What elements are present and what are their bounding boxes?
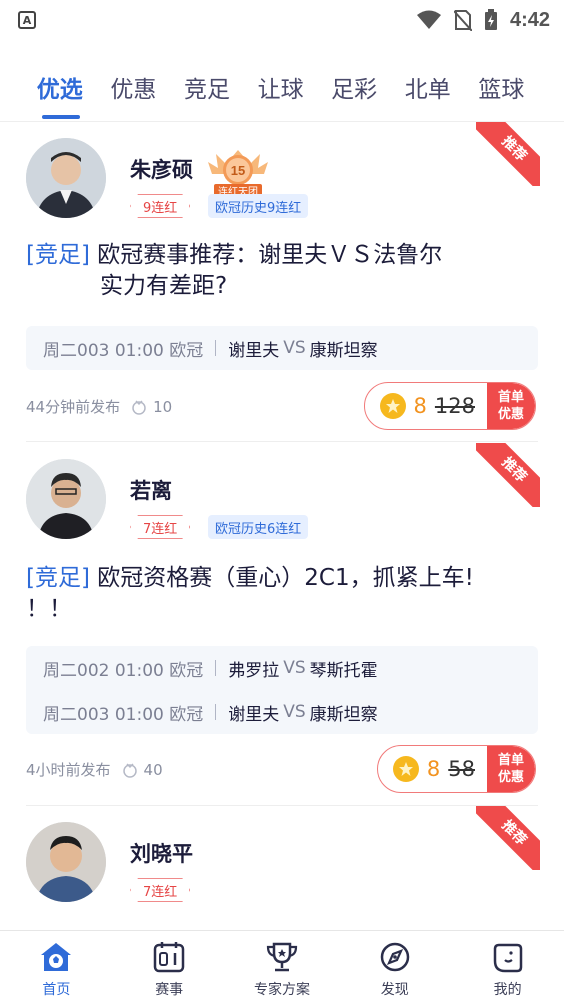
card-divider [26,441,538,442]
match-info: 周二003 01:00 欧冠 [43,704,204,725]
nav-label: 我的 [493,982,522,998]
original-price: 128 [434,394,475,418]
nav-discover[interactable]: 发现 [338,931,451,1002]
status-bar: A 4:42 [0,0,564,40]
wifi-icon [416,10,441,29]
streak-badge: 7连红 [130,515,190,539]
title-line-1: 欧冠资格赛（重心）2C1，抓紧上车! [97,565,474,591]
vs-label: VS [283,658,306,678]
match-list: 周二003 01:00 欧冠 谢里夫 VS 康斯坦察 [26,326,538,370]
recommend-ribbon: 推荐 [476,443,540,507]
current-price: 8 [426,757,441,781]
clock: 4:42 [509,8,550,31]
original-price: 58 [448,757,475,781]
buy-plan-button[interactable]: 8 128 首单 优惠 [363,382,536,430]
battery-charging-icon [484,9,497,30]
nav-label: 专家方案 [253,982,310,998]
history-badge: 欧冠历史9连红 [208,194,309,218]
nav-label: 发现 [380,982,409,998]
view-count-icon [132,399,146,415]
publish-time: 44分钟前发布 [26,398,121,416]
home-team: 谢里夫 [228,340,280,361]
streak-badge: 7连红 [130,878,190,902]
tab-youxuan[interactable]: 优选 [23,60,97,121]
profile-face-icon [489,939,527,975]
away-team: 琴斯托霍 [309,660,378,681]
match-info: 周二002 01:00 欧冠 [43,660,204,681]
streak-badge: 9连红 [130,194,190,218]
divider [215,340,217,356]
first-order-discount-badge: 首单 优惠 [487,383,535,429]
home-team: 弗罗拉 [228,660,280,681]
title-line-1: 欧冠赛事推荐：谢里夫ＶＳ法鲁尔 [97,242,443,268]
recommend-ribbon: 推荐 [476,122,540,186]
avatar[interactable] [26,822,106,902]
home-team: 谢里夫 [228,704,280,725]
tab-youhui[interactable]: 优惠 [97,60,171,121]
tab-beidan[interactable]: 北单 [391,60,465,121]
nav-label: 首页 [42,982,71,998]
vs-label: VS [283,338,306,358]
divider [215,660,217,676]
recommendation-card[interactable]: 推荐 刘晓平 7连红 [0,806,564,930]
post-meta: 44分钟前发布 10 [26,396,172,417]
divider [215,704,217,720]
category-tag: [竞足] [26,565,90,591]
expert-name[interactable]: 朱彦硕 [130,154,193,184]
tab-zucai[interactable]: 足彩 [317,60,391,121]
nav-profile[interactable]: 我的 [451,931,564,1002]
away-team: 康斯坦察 [309,704,378,725]
scoreboard-icon [150,939,188,975]
away-team: 康斯坦察 [309,340,378,361]
buy-plan-button[interactable]: 8 58 首单 优惠 [376,745,536,793]
match-info: 周二003 01:00 欧冠 [43,340,204,361]
nav-label: 赛事 [155,982,184,998]
bottom-navigation: 首页 赛事 专家方案 发现 我的 [0,930,564,1002]
coin-icon [392,756,419,782]
avatar[interactable] [26,459,106,539]
recommend-ribbon: 推荐 [476,806,540,870]
notification-app-icon: A [18,11,36,29]
tab-jingzu[interactable]: 竞足 [170,60,244,121]
nav-expert-plans[interactable]: 专家方案 [226,931,339,1002]
match-row[interactable]: 周二003 01:00 欧冠 谢里夫 VS 康斯坦察 [26,326,538,370]
nav-matches[interactable]: 赛事 [113,931,226,1002]
category-tag: [竞足] [26,242,90,268]
coin-icon [379,393,406,419]
history-badge: 欧冠历史6连红 [208,515,309,539]
trophy-icon [263,939,301,975]
avatar[interactable] [26,138,106,218]
home-football-icon [37,939,75,975]
first-order-discount-badge: 首单 优惠 [487,746,535,792]
nav-home[interactable]: 首页 [0,931,113,1002]
view-count: 10 [153,397,173,416]
post-meta: 4小时前发布 40 [26,759,163,780]
expert-name[interactable]: 刘晓平 [130,838,193,868]
svg-text:15: 15 [231,163,245,178]
vs-label: VS [283,702,306,722]
tab-lanqiu[interactable]: 篮球 [465,60,539,121]
match-row[interactable]: 周二002 01:00 欧冠 弗罗拉 VS 琴斯托霍 [26,646,538,690]
category-tabs: 优选 优惠 竞足 让球 足彩 北单 篮球 [0,60,564,122]
title-line-2: ！！ [26,596,72,622]
publish-time: 4小时前发布 [26,761,111,779]
recommendation-card[interactable]: 推荐 朱彦硕 15 连红天团 9连红 欧冠历史9连红 [竞足] 欧冠赛事推荐：谢… [0,122,564,442]
current-price: 8 [413,394,427,418]
match-list: 周二002 01:00 欧冠 弗罗拉 VS 琴斯托霍 周二003 01:00 欧… [26,646,538,734]
view-count-icon [122,762,137,778]
article-title[interactable]: [竞足] 欧冠赛事推荐：谢里夫ＶＳ法鲁尔 实力有差距? [26,240,536,302]
article-title[interactable]: [竞足] 欧冠资格赛（重心）2C1，抓紧上车! ！！ [26,563,536,625]
expert-name[interactable]: 若离 [130,475,172,505]
tab-rangqiu[interactable]: 让球 [244,60,318,121]
no-sim-icon [453,10,472,31]
match-row[interactable]: 周二003 01:00 欧冠 谢里夫 VS 康斯坦察 [26,690,538,734]
recommendation-card[interactable]: 推荐 若离 7连红 欧冠历史6连红 [竞足] 欧冠资格赛（重心）2C1，抓紧上车… [0,443,564,806]
view-count: 40 [143,760,163,779]
title-line-2: 实力有差距? [100,273,228,299]
compass-icon [376,939,414,975]
